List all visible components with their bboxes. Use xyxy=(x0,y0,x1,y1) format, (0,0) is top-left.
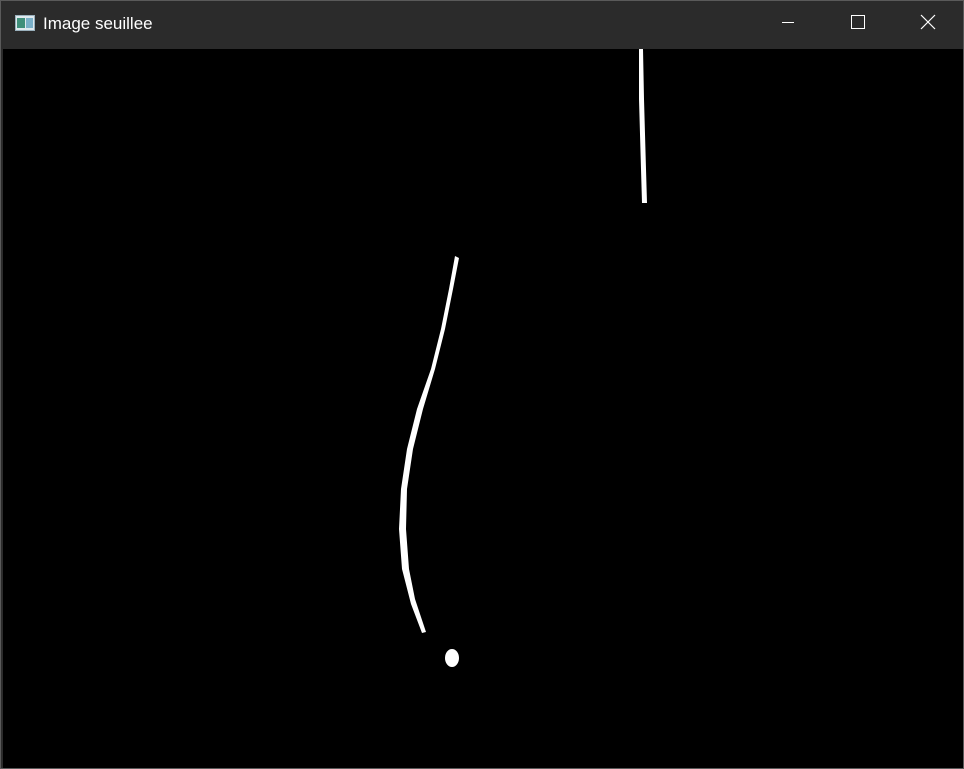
maximize-button[interactable] xyxy=(823,1,893,47)
image-background xyxy=(3,49,963,768)
close-icon xyxy=(920,14,936,35)
minimize-button[interactable] xyxy=(753,1,823,47)
thresholded-image xyxy=(3,49,963,768)
maximize-icon xyxy=(850,14,866,35)
white-blob xyxy=(445,649,459,667)
window-title: Image seuillee xyxy=(43,14,153,33)
thresholded-image-canvas xyxy=(3,49,963,768)
title-bar[interactable]: Image seuillee xyxy=(1,1,963,47)
opencv-window-icon xyxy=(15,15,35,31)
image-window: Image seuillee xyxy=(0,0,964,769)
minimize-icon xyxy=(780,14,796,35)
close-button[interactable] xyxy=(893,1,963,47)
